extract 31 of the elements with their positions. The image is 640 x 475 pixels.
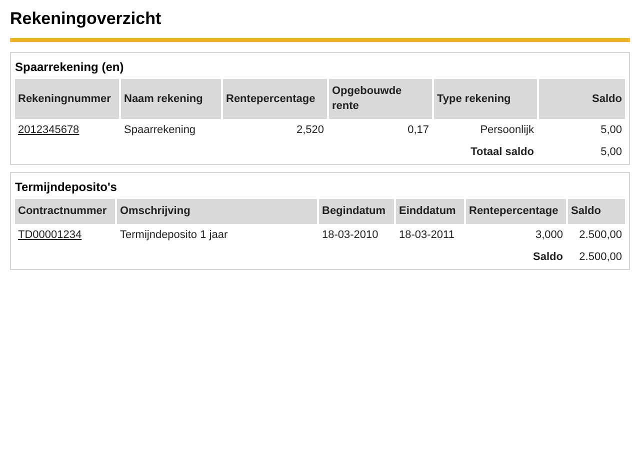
table-cell-text: 3,000 xyxy=(534,228,564,244)
account-link[interactable]: 2012345678 xyxy=(18,124,80,136)
column-header: Contractnummer xyxy=(15,199,115,224)
section-title: Termijndeposito's xyxy=(14,179,118,196)
page-title: Rekeningoverzicht xyxy=(10,8,162,30)
table-cell-text: 0,17 xyxy=(406,123,430,138)
column-header: Naam rekening xyxy=(121,79,221,120)
column-header: Rentepercentage xyxy=(466,199,566,224)
table-cell-text: Termijndeposito 1 jaar xyxy=(119,228,229,244)
column-header: Type rekening xyxy=(434,79,537,120)
total-label: Saldo xyxy=(533,250,563,263)
table-cell-text: 18-03-2010 xyxy=(321,228,380,244)
column-header: Saldo xyxy=(539,79,625,120)
table-cell-text: 2.500,00 xyxy=(578,228,623,244)
column-header: Saldo xyxy=(568,199,625,224)
column-header: Begindatum xyxy=(319,199,394,224)
table-cell-text: 2,520 xyxy=(295,123,325,138)
total-value: 5,00 xyxy=(600,144,623,160)
column-header: Rentepercentage xyxy=(223,79,327,120)
section-title: Spaarrekening (en) xyxy=(14,59,125,76)
table-cell-text: Spaarrekening xyxy=(123,123,197,138)
total-value: 2.500,00 xyxy=(578,250,623,265)
column-header: Opgebouwde rente xyxy=(329,79,432,120)
column-header: Rekeningnummer xyxy=(15,79,119,120)
table-cell-text: 18-03-2011 xyxy=(398,228,456,244)
column-header: Omschrijving xyxy=(117,199,317,224)
account-link[interactable]: TD00001234 xyxy=(18,229,82,242)
column-header: Einddatum xyxy=(396,199,464,224)
total-label: Totaal saldo xyxy=(470,146,534,158)
table-cell-text: Persoonlijk xyxy=(479,123,535,138)
table-cell-text: 5,00 xyxy=(600,123,623,138)
